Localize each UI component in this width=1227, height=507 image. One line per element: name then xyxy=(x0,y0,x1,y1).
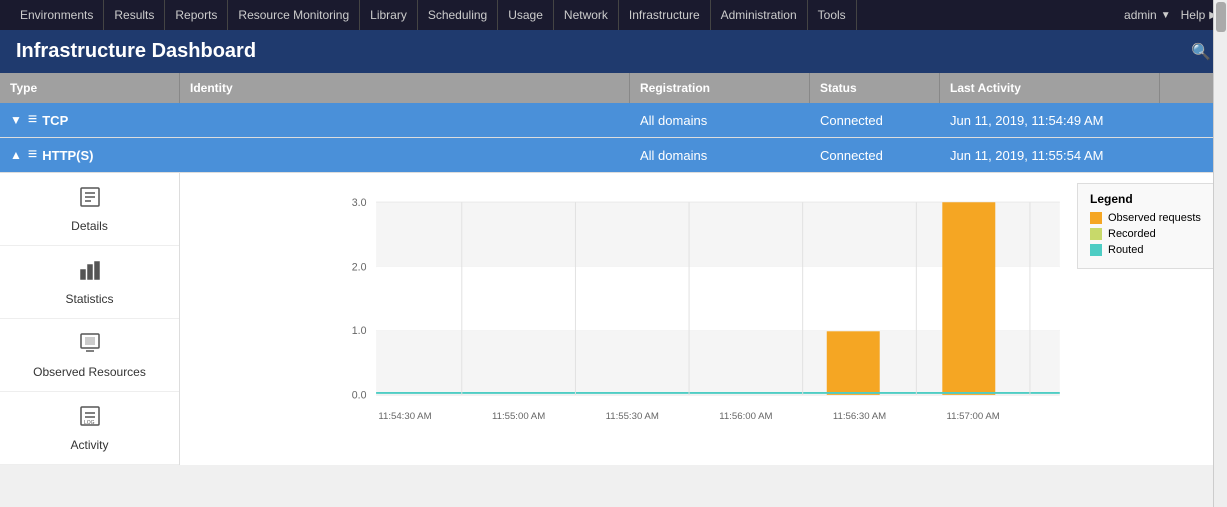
tcp-collapse-icon[interactable]: ▼ xyxy=(10,113,22,127)
nav-administration[interactable]: Administration xyxy=(711,0,808,30)
https-type-cell: ▲ ≡ HTTP(S) xyxy=(0,138,180,172)
top-nav: Environments Results Reports Resource Mo… xyxy=(0,0,1227,30)
bar-11563 xyxy=(942,202,995,395)
col-identity: Identity xyxy=(180,73,630,103)
tcp-identity-cell xyxy=(180,112,630,128)
tcp-last-activity-cell: Jun 11, 2019, 11:54:49 AM xyxy=(940,105,1160,136)
table-header: Type Identity Registration Status Last A… xyxy=(0,73,1227,103)
svg-text:LOG: LOG xyxy=(84,420,95,426)
tcp-actions-cell xyxy=(1160,112,1190,128)
https-label: HTTP(S) xyxy=(42,148,93,163)
legend-recorded-color xyxy=(1090,228,1102,240)
legend: Legend Observed requests Recorded Routed xyxy=(1077,183,1217,269)
page-title: Infrastructure Dashboard xyxy=(16,40,256,63)
legend-routed-label: Routed xyxy=(1108,244,1143,256)
scroll-thumb[interactable] xyxy=(1216,2,1226,32)
col-last-activity: Last Activity xyxy=(940,73,1160,103)
sidebar-item-activity[interactable]: LOG Activity xyxy=(0,392,179,465)
col-status: Status xyxy=(810,73,940,103)
https-signal-icon: ≡ xyxy=(28,146,36,164)
https-identity-cell xyxy=(180,147,630,163)
tcp-signal-icon: ≡ xyxy=(28,111,36,129)
nav-tools[interactable]: Tools xyxy=(808,0,857,30)
sidebar-item-observed-resources[interactable]: Observed Resources xyxy=(0,319,179,392)
bar-chart: 3.0 2.0 1.0 0.0 11:54 xyxy=(190,183,1217,443)
header-search-icon[interactable]: 🔍 xyxy=(1191,42,1211,62)
https-collapse-icon[interactable]: ▲ xyxy=(10,148,22,162)
nav-library[interactable]: Library xyxy=(360,0,418,30)
nav-network[interactable]: Network xyxy=(554,0,619,30)
col-registration: Registration xyxy=(630,73,810,103)
nav-scheduling[interactable]: Scheduling xyxy=(418,0,498,30)
svg-text:11:56:00 AM: 11:56:00 AM xyxy=(719,411,772,422)
observed-resources-label: Observed Resources xyxy=(33,365,146,379)
help-button[interactable]: Help ▶ xyxy=(1181,8,1217,22)
details-label: Details xyxy=(71,219,108,233)
tcp-row[interactable]: ▼ ≡ TCP All domains Connected Jun 11, 20… xyxy=(0,103,1227,138)
sidebar: Details Statistics xyxy=(0,173,180,465)
sidebar-item-details[interactable]: Details xyxy=(0,173,179,246)
tcp-registration-cell: All domains xyxy=(630,105,810,136)
svg-text:11:56:30 AM: 11:56:30 AM xyxy=(833,411,886,422)
svg-text:11:55:30 AM: 11:55:30 AM xyxy=(606,411,659,422)
legend-recorded: Recorded xyxy=(1090,228,1204,240)
help-label: Help xyxy=(1181,8,1206,22)
legend-observed-color xyxy=(1090,212,1102,224)
legend-observed: Observed requests xyxy=(1090,212,1204,224)
statistics-icon xyxy=(78,258,102,288)
nav-infrastructure[interactable]: Infrastructure xyxy=(619,0,711,30)
tcp-label: TCP xyxy=(42,113,68,128)
main-content: Type Identity Registration Status Last A… xyxy=(0,73,1227,465)
svg-text:11:57:00 AM: 11:57:00 AM xyxy=(947,411,1000,422)
https-last-activity-cell: Jun 11, 2019, 11:55:54 AM xyxy=(940,140,1160,171)
col-type: Type xyxy=(0,73,180,103)
activity-icon: LOG xyxy=(78,404,102,434)
legend-routed: Routed xyxy=(1090,244,1204,256)
admin-button[interactable]: admin ▼ xyxy=(1124,8,1171,22)
legend-observed-label: Observed requests xyxy=(1108,212,1201,224)
sidebar-item-statistics[interactable]: Statistics xyxy=(0,246,179,319)
nav-reports[interactable]: Reports xyxy=(165,0,228,30)
https-status-cell: Connected xyxy=(810,140,940,171)
nav-resource-monitoring[interactable]: Resource Monitoring xyxy=(228,0,360,30)
svg-text:2.0: 2.0 xyxy=(352,262,367,274)
top-nav-left: Environments Results Reports Resource Mo… xyxy=(10,0,857,30)
header-bar: Infrastructure Dashboard 🔍 xyxy=(0,30,1227,73)
top-nav-right: admin ▼ Help ▶ xyxy=(1124,8,1217,22)
admin-dropdown-icon: ▼ xyxy=(1161,10,1171,21)
admin-label: admin xyxy=(1124,8,1157,22)
chart-area: Legend Observed requests Recorded Routed xyxy=(180,173,1227,465)
content-area: Details Statistics xyxy=(0,173,1227,465)
statistics-label: Statistics xyxy=(65,292,113,306)
details-icon xyxy=(78,185,102,215)
https-actions-cell xyxy=(1160,147,1190,163)
tcp-type-cell: ▼ ≡ TCP xyxy=(0,103,180,137)
col-actions xyxy=(1160,73,1190,103)
observed-resources-icon xyxy=(78,331,102,361)
legend-recorded-label: Recorded xyxy=(1108,228,1156,240)
nav-results[interactable]: Results xyxy=(104,0,165,30)
svg-text:3.0: 3.0 xyxy=(352,197,367,209)
legend-routed-color xyxy=(1090,244,1102,256)
activity-label: Activity xyxy=(70,438,108,452)
https-registration-cell: All domains xyxy=(630,140,810,171)
nav-environments[interactable]: Environments xyxy=(10,0,104,30)
https-row[interactable]: ▲ ≡ HTTP(S) All domains Connected Jun 11… xyxy=(0,138,1227,173)
tcp-status-cell: Connected xyxy=(810,105,940,136)
svg-text:11:54:30 AM: 11:54:30 AM xyxy=(378,411,431,422)
scrollbar[interactable] xyxy=(1213,0,1227,507)
legend-title: Legend xyxy=(1090,192,1204,206)
svg-text:1.0: 1.0 xyxy=(352,325,367,337)
nav-usage[interactable]: Usage xyxy=(498,0,554,30)
svg-text:11:55:00 AM: 11:55:00 AM xyxy=(492,411,545,422)
svg-text:0.0: 0.0 xyxy=(352,390,367,402)
bar-1156 xyxy=(827,331,880,395)
